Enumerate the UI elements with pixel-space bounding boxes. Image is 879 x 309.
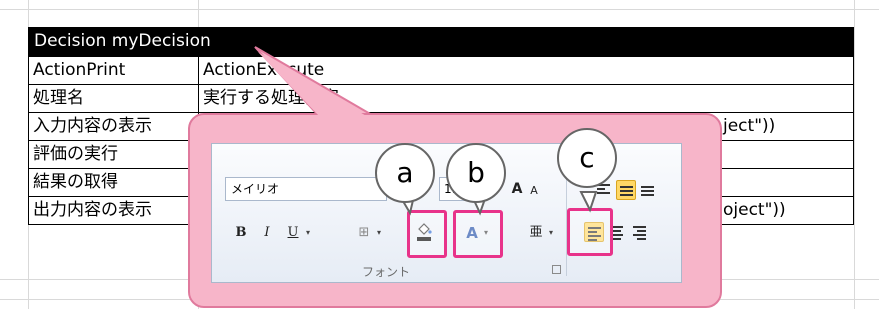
fill-color-highlight <box>407 210 447 258</box>
badge-b: b <box>446 143 506 203</box>
font-group-label: フォント <box>362 265 411 279</box>
bold-button[interactable]: B <box>234 222 248 244</box>
label-cell[interactable]: 結果の取得 <box>28 168 198 196</box>
value-cell[interactable]: 実行する処理内容 <box>198 84 854 112</box>
decision-header-cell[interactable]: Decision myDecision <box>28 27 854 56</box>
label-cell[interactable]: ActionPrint <box>28 56 198 84</box>
badge-a: a <box>375 143 435 203</box>
align-right-icon[interactable] <box>630 222 650 242</box>
table-row: ActionPrint ActionExecute <box>28 56 854 84</box>
label-cell[interactable]: 処理名 <box>28 84 198 112</box>
label-cell[interactable]: 入力内容の表示 <box>28 112 198 140</box>
dialog-launcher-icon[interactable] <box>552 265 561 274</box>
underline-button[interactable]: U <box>286 222 300 244</box>
align-left-highlight <box>567 208 613 256</box>
shrink-font-button[interactable]: A <box>528 180 540 202</box>
badge-c: c <box>557 128 617 188</box>
value-cell[interactable]: ActionExecute <box>198 56 854 84</box>
phonetic-guide-icon[interactable]: 亜 <box>527 222 545 244</box>
border-icon[interactable]: ⊞ <box>355 222 373 244</box>
font-color-highlight <box>453 210 503 258</box>
underline-dropdown-icon[interactable]: ▾ <box>304 222 312 244</box>
phonetic-dropdown-icon[interactable]: ▾ <box>547 222 555 244</box>
label-cell[interactable]: 評価の実行 <box>28 140 198 168</box>
table-row: 処理名 実行する処理内容 <box>28 84 854 112</box>
align-bottom-icon[interactable] <box>638 180 658 200</box>
grow-font-button[interactable]: A <box>509 178 525 200</box>
label-cell[interactable]: 出力内容の表示 <box>28 196 198 225</box>
border-dropdown-icon[interactable]: ▾ <box>375 222 383 244</box>
italic-button[interactable]: I <box>260 222 274 244</box>
font-name-dropdown[interactable]: メイリオ <box>225 177 387 201</box>
align-middle-icon[interactable] <box>616 180 636 200</box>
